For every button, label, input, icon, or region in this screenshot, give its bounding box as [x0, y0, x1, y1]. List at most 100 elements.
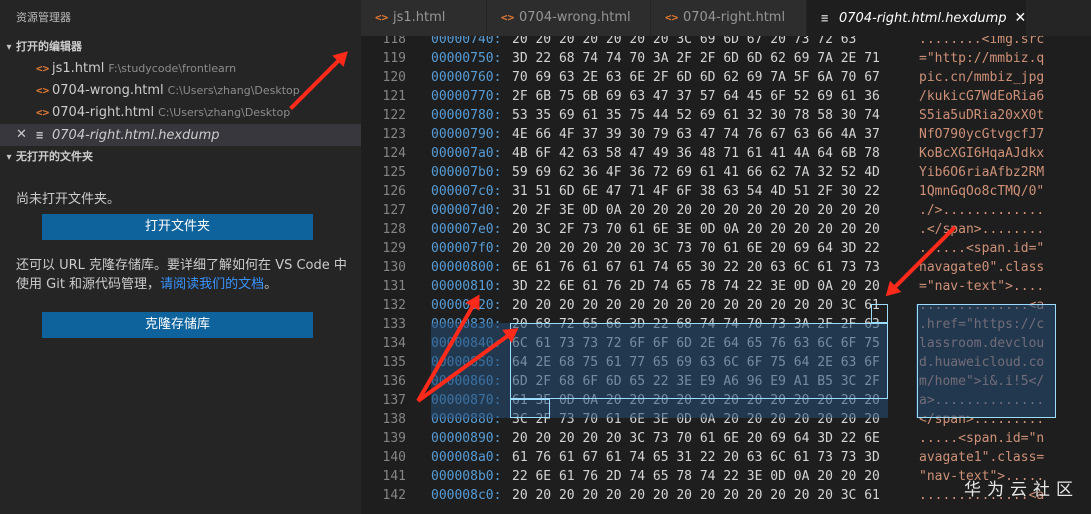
tab-label: 0704-right.html.hexdump — [839, 11, 1007, 26]
line-number: 121 — [382, 89, 406, 104]
hex-address: 000007d0: — [431, 203, 502, 218]
hex-address: 000007a0: — [431, 146, 502, 161]
html-file-icon: <> — [36, 84, 50, 97]
open-editor-path: C:\Users\zhang\Desktop — [167, 84, 300, 97]
line-number: 124 — [382, 146, 406, 161]
hex-address: 00000770: — [431, 89, 502, 104]
close-icon[interactable]: ✕ — [16, 124, 27, 146]
open-folder-button[interactable]: 打开文件夹 — [42, 214, 313, 240]
line-number: 137 — [382, 393, 406, 408]
hexdump-row: 122 00000780: 53 35 69 61 35 75 44 52 69 6… — [361, 106, 1091, 125]
html-file-icon: <> — [36, 106, 50, 119]
hex-bytes: 70 69 63 2E 63 6E 2F 6D 6D 62 69 7A 5F 6… — [512, 70, 880, 85]
hex-bytes: 61 76 61 67 61 74 65 31 22 20 63 6C 61 7… — [512, 450, 880, 465]
hexdump-row: 130 00000800: 6E 61 76 61 67 61 74 65 30 2… — [361, 258, 1091, 277]
hex-bytes: 20 3C 2F 73 70 61 6E 3E 0D 0A 20 20 20 2… — [512, 222, 880, 237]
line-number: 120 — [382, 70, 406, 85]
line-number: 136 — [382, 374, 406, 389]
tab-label: js1.html — [393, 10, 446, 25]
ascii-text: NfO790ycGtvgcfJ7 — [919, 127, 1045, 142]
hex-address: 000007f0: — [431, 241, 502, 256]
hex-bytes: 6E 61 76 61 67 61 74 65 30 22 20 63 6C 6… — [512, 260, 880, 275]
hex-address: 00000750: — [431, 51, 502, 66]
hexdump-row: 125 000007b0: 59 69 62 36 4F 36 72 69 61 4… — [361, 163, 1091, 182]
hex-bytes: 3D 22 68 74 74 70 3A 2F 2F 6D 6D 62 69 7… — [512, 51, 880, 66]
hexdump-row: 121 00000770: 2F 6B 75 6B 69 63 47 37 57 6… — [361, 87, 1091, 106]
explorer-sidebar: 资源管理器 ▾ 打开的编辑器 <> js1.html F:\studycode\fro… — [0, 0, 361, 514]
no-folder-header[interactable]: ▾ 无打开的文件夹 — [0, 146, 361, 168]
ascii-text: KoBcXGI6HqaAJdkx — [919, 146, 1045, 161]
ascii-text: Yib6O6riaAfbz2RM — [919, 165, 1045, 180]
clone-repository-button[interactable]: 克隆存储库 — [42, 312, 313, 338]
hex-bytes: 20 20 20 20 20 20 3C 73 70 61 6E 20 69 6… — [512, 241, 880, 256]
html-file-icon: <> — [36, 62, 50, 75]
tab-label: 0704-wrong.html — [519, 10, 631, 25]
tab-js1[interactable]: <> js1.html — [361, 0, 487, 36]
open-editor-name: 0704-right.html.hexdump — [52, 128, 220, 143]
hexdump-editor[interactable]: 118 00000740: 20 20 20 20 20 20 20 3C 69 6… — [361, 36, 1091, 514]
ascii-text: ........<img.src — [919, 36, 1045, 47]
ascii-text: S5ia5uDRia20xX0t — [919, 108, 1045, 123]
hex-address: 00000780: — [431, 108, 502, 123]
line-number: 127 — [382, 203, 406, 218]
editor-tabs: <> js1.html <> 0704-wrong.html <> 0704-righ… — [361, 0, 1091, 36]
open-editor-item-0704-right[interactable]: <> 0704-right.html C:\Users\zhang\Desktop — [0, 102, 361, 124]
open-editor-item-hexdump[interactable]: ✕ ≡ 0704-right.html.hexdump — [0, 124, 361, 146]
hex-address: 000008c0: — [431, 488, 502, 503]
no-folder-message: 尚未打开文件夹。 — [16, 192, 121, 207]
line-number: 140 — [382, 450, 406, 465]
line-number: 118 — [382, 36, 406, 47]
hex-bytes: 3D 22 6E 61 76 2D 74 65 78 74 22 3E 0D 0… — [512, 279, 880, 294]
explorer-title: 资源管理器 — [16, 11, 71, 24]
hex-bytes: 20 2F 3E 0D 0A 20 20 20 20 20 20 20 20 2… — [512, 203, 880, 218]
hexdump-row: 123 00000790: 4E 66 4F 37 39 30 79 63 47 7… — [361, 125, 1091, 144]
ascii-text: 1QmnGqOo8cTMQ/0" — [919, 184, 1045, 199]
hexdump-row: 119 00000750: 3D 22 68 74 74 70 3A 2F 2F 6… — [361, 49, 1091, 68]
open-editors-label: 打开的编辑器 — [16, 40, 82, 53]
tab-0704-right-hexdump[interactable]: ≡ 0704-right.html.hexdump ✕ — [807, 0, 1027, 36]
selection-box — [510, 399, 550, 418]
hex-address: 000007b0: — [431, 165, 502, 180]
open-editors-header[interactable]: ▾ 打开的编辑器 — [0, 36, 361, 58]
hex-bytes: 20 20 20 20 20 20 20 3C 69 6D 67 20 73 7… — [512, 36, 857, 47]
tab-label: 0704-right.html — [683, 10, 786, 25]
hexdump-row: 139 00000890: 20 20 20 20 20 3C 73 70 61 6… — [361, 429, 1091, 448]
ascii-text: ="nav-text">.... — [919, 279, 1045, 294]
line-number: 119 — [382, 51, 406, 66]
ascii-text: avagate1".class= — [919, 450, 1045, 465]
ascii-text: pic.cn/mmbiz_jpg — [919, 70, 1045, 85]
tab-0704-right[interactable]: <> 0704-right.html — [651, 0, 807, 36]
line-number: 138 — [382, 412, 406, 427]
line-number: 131 — [382, 279, 406, 294]
ascii-text: ./>............. — [919, 203, 1045, 218]
hex-address: 00000740: — [431, 36, 502, 47]
tab-0704-wrong[interactable]: <> 0704-wrong.html — [487, 0, 651, 36]
hexdump-row: 120 00000760: 70 69 63 2E 63 6E 2F 6D 6D 6… — [361, 68, 1091, 87]
line-number: 126 — [382, 184, 406, 199]
read-docs-link[interactable]: 请阅读我们的文档 — [160, 277, 264, 292]
open-editor-item-js1[interactable]: <> js1.html F:\studycode\frontlearn — [0, 58, 361, 80]
hexdump-row: 126 000007c0: 31 51 6D 6E 47 71 4F 6F 38 6… — [361, 182, 1091, 201]
open-editor-name: 0704-wrong.html — [52, 83, 164, 98]
hexdump-row: 140 000008a0: 61 76 61 67 61 74 65 31 22 2… — [361, 448, 1091, 467]
ascii-selection-box — [917, 304, 1056, 418]
document-icon: ≡ — [821, 11, 829, 25]
hex-address: 00000890: — [431, 431, 502, 446]
hex-address: 000007e0: — [431, 222, 502, 237]
chevron-down-icon: ▾ — [6, 42, 12, 53]
ascii-text: /kukicG7WdEoRia6 — [919, 89, 1045, 104]
hex-address: 000008a0: — [431, 450, 502, 465]
hex-address: 00000760: — [431, 70, 502, 85]
line-number: 141 — [382, 469, 406, 484]
hex-address: 00000810: — [431, 279, 502, 294]
no-folder-label: 无打开的文件夹 — [16, 150, 93, 163]
line-number: 123 — [382, 127, 406, 142]
hex-bytes: 4E 66 4F 37 39 30 79 63 47 74 76 67 63 6… — [512, 127, 880, 142]
close-icon[interactable]: ✕ — [1015, 10, 1027, 26]
ascii-text: navagate0".class — [919, 260, 1045, 275]
line-number: 129 — [382, 241, 406, 256]
line-number: 122 — [382, 108, 406, 123]
line-number: 125 — [382, 165, 406, 180]
hexdump-row: 118 00000740: 20 20 20 20 20 20 20 3C 69 6… — [361, 36, 1091, 49]
hex-bytes: 2F 6B 75 6B 69 63 47 37 57 64 45 6F 52 6… — [512, 89, 880, 104]
